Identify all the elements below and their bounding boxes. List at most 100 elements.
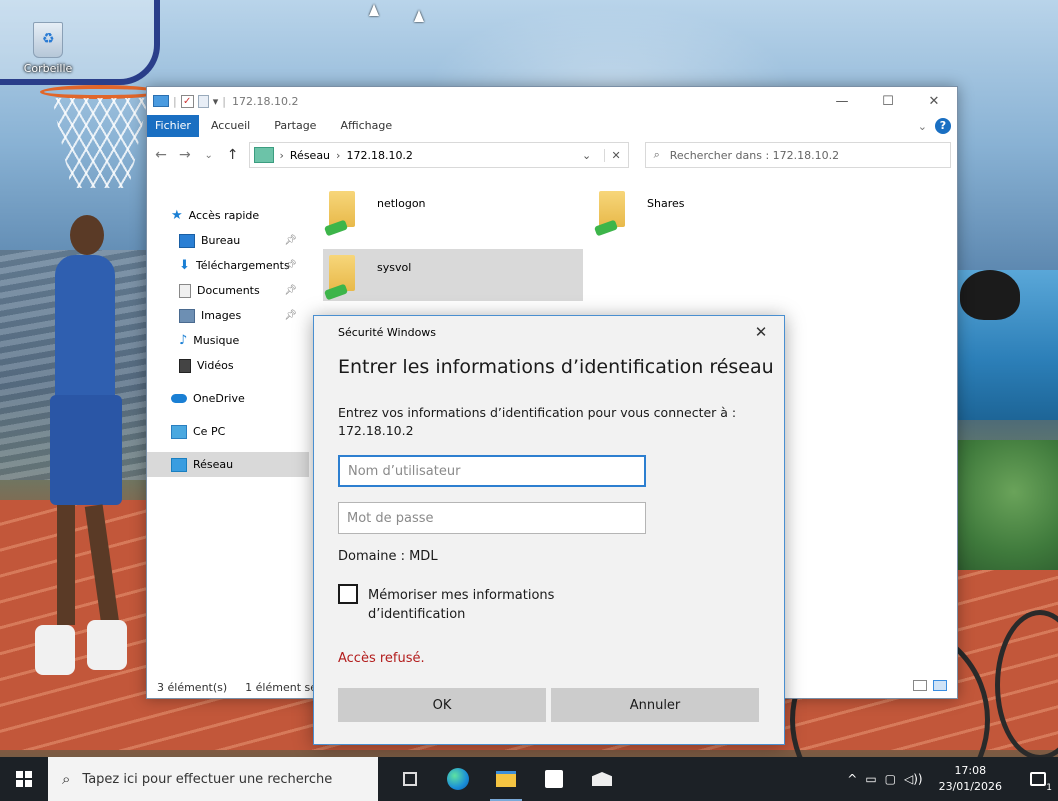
ribbon-tabs: Fichier Accueil Partage Affichage ⌄ ? [147,115,957,137]
notification-badge: 1 [1046,783,1052,793]
domain-label: Domaine : MDL [338,549,438,564]
nav-musique[interactable]: ♪ Musique [147,328,309,353]
maximize-button[interactable]: ☐ [865,87,911,115]
nav-reseau[interactable]: Réseau [147,452,309,477]
computer-icon[interactable] [153,95,169,107]
nav-telechargements[interactable]: ⬇ Téléchargements 📌︎ [147,253,309,278]
help-icon[interactable]: ? [935,118,951,134]
system-tray: ^ ▭ ▢ ◁)) 17:08 23/01/2026 1 [847,757,1058,801]
download-icon: ⬇ [179,258,190,273]
breadcrumb-ip[interactable]: 172.18.10.2 [346,149,412,162]
nav-label: OneDrive [193,392,245,405]
cursor-icon [414,10,424,22]
address-box[interactable]: › Réseau › 172.18.10.2 ⌄ ✕ [248,142,629,168]
windows-logo-icon [16,771,32,787]
pictures-icon [179,308,195,323]
taskbar-apps [386,757,626,801]
up-arrow-icon[interactable]: ↑ [225,147,241,163]
start-button[interactable] [0,757,48,801]
nav-onedrive[interactable]: OneDrive [147,386,309,411]
cancel-button[interactable]: Annuler [551,688,759,722]
nav-images[interactable]: Images 📌︎ [147,303,309,328]
dialog-close-icon[interactable]: ✕ [738,323,784,341]
dialog-heading: Entrer les informations d’identification… [338,356,774,378]
tab-accueil[interactable]: Accueil [199,115,262,137]
nav-label: Bureau [201,234,241,247]
credential-dialog: Sécurité Windows ✕ Entrer les informatio… [313,315,785,745]
navigation-pane: ★ Accès rapide Bureau 📌︎ ⬇ Téléchargemen… [147,173,309,676]
forward-arrow-icon[interactable]: → [177,147,193,163]
mail-button[interactable] [578,757,626,801]
nav-label: Documents [197,284,260,297]
clock[interactable]: 17:08 23/01/2026 [931,763,1010,795]
documents-icon [179,283,191,298]
nav-documents[interactable]: Documents 📌︎ [147,278,309,303]
taskbar-search-placeholder: Tapez ici pour effectuer une recherche [82,771,333,787]
task-view-button[interactable] [386,757,434,801]
recent-locations-icon[interactable]: ⌄ [201,150,217,161]
nav-quick-access[interactable]: ★ Accès rapide [147,203,309,228]
close-button[interactable]: ✕ [911,87,957,115]
network-tray-icon[interactable]: ▢ [885,772,896,786]
recycle-bin-desktop-icon[interactable]: Corbeille [14,22,82,75]
nav-label: Musique [193,334,240,347]
cursor-icon [369,4,379,16]
folder-netlogon[interactable]: netlogon [323,185,573,237]
properties-check-icon[interactable]: ✓ [180,94,194,108]
mail-icon [592,772,612,786]
desktop-icon [179,233,195,248]
password-field[interactable] [338,502,646,534]
tab-affichage[interactable]: Affichage [328,115,404,137]
notification-center-button[interactable]: 1 [1018,757,1058,801]
clear-address-icon[interactable]: ✕ [603,148,628,162]
view-toggle [913,680,947,691]
nav-this-pc[interactable]: Ce PC [147,419,309,444]
folder-sysvol[interactable]: sysvol [323,249,583,301]
search-placeholder: Rechercher dans : 172.18.10.2 [669,148,840,162]
show-hidden-icons-icon[interactable]: ^ [847,772,857,786]
search-icon: ⌕ [653,148,660,161]
nav-label: Téléchargements [195,259,290,272]
search-input[interactable]: ⌕ Rechercher dans : 172.18.10.2 [644,142,951,168]
file-explorer-icon [496,771,516,787]
address-dropdown-icon[interactable]: ⌄ [576,149,598,162]
new-folder-icon[interactable] [197,94,209,108]
nav-label: Ce PC [193,425,226,438]
pin-icon: 📌︎ [284,285,297,296]
tab-fichier[interactable]: Fichier [147,115,199,137]
computer-icon [171,424,187,439]
edge-button[interactable] [434,757,482,801]
pin-icon: 📌︎ [284,260,297,271]
recycle-bin-icon [33,22,63,58]
username-field[interactable] [338,455,646,487]
expand-ribbon-icon[interactable]: ⌄ [918,120,927,133]
battery-icon[interactable]: ▭ [865,772,876,786]
minimize-button[interactable]: — [819,87,865,115]
dialog-titlebar: Sécurité Windows ✕ [314,316,784,348]
store-button[interactable] [530,757,578,801]
shared-folder-icon [599,191,625,227]
cloud-icon [171,394,187,403]
selected-count: 1 élément sé [245,680,318,694]
nav-bureau[interactable]: Bureau 📌︎ [147,228,309,253]
shared-folder-icon [329,191,355,227]
folder-shares[interactable]: Shares [593,185,843,237]
taskbar-search-box[interactable]: ⌕ Tapez ici pour effectuer une recherche [48,757,378,801]
large-icons-view-icon[interactable] [933,680,947,691]
edge-icon [447,768,469,790]
back-arrow-icon[interactable]: ← [153,147,169,163]
recycle-bin-label: Corbeille [23,62,73,75]
window-title: 172.18.10.2 [231,94,299,108]
breadcrumb-reseau[interactable]: Réseau [290,149,330,162]
tab-partage[interactable]: Partage [262,115,328,137]
remember-checkbox[interactable] [338,584,358,604]
volume-icon[interactable]: ◁)) [904,772,923,786]
shared-folder-icon [329,255,355,291]
folder-name: Shares [647,197,685,210]
qat-dropdown-icon[interactable]: ▾ [213,95,219,108]
ok-button[interactable]: OK [338,688,546,722]
file-explorer-button[interactable] [482,757,530,801]
network-icon [171,457,187,472]
details-view-icon[interactable] [913,680,927,691]
nav-videos[interactable]: Vidéos [147,353,309,378]
